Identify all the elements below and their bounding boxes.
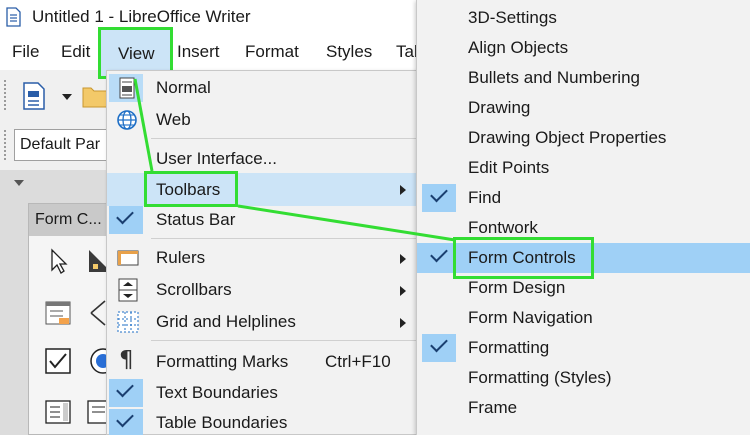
toolbar-item-label: Formatting [468, 338, 550, 357]
view-menu-item-label: Formatting Marks [156, 352, 289, 371]
submenu-arrow-icon [400, 318, 406, 328]
toolbar-item-label: Drawing [468, 98, 531, 117]
toolbar-item-3d-settings[interactable]: 3D-Settings [417, 3, 750, 33]
globe-icon [117, 110, 137, 130]
menu-view-label: View [118, 44, 155, 63]
view-menu-item-label: Normal [156, 78, 211, 97]
submenu-arrow-icon [400, 286, 406, 296]
view-menu-item-status-bar[interactable]: Status Bar [107, 205, 417, 235]
list-box-icon[interactable] [43, 397, 73, 427]
toolbar-item-label: Bullets and Numbering [468, 68, 640, 87]
menu-edit[interactable]: Edit [61, 42, 90, 62]
submenu-arrow-icon [400, 185, 406, 195]
view-menu-item-normal[interactable]: Normal [107, 73, 417, 103]
select-pointer-icon[interactable] [43, 246, 73, 276]
toolbar-item-label: Formatting (Styles) [468, 368, 612, 387]
view-menu-item-text-boundaries[interactable]: Text Boundaries [107, 378, 417, 408]
menu-format[interactable]: Format [245, 42, 299, 62]
normal-view-icon [119, 77, 135, 99]
menu-file[interactable]: File [12, 42, 39, 62]
toolbar-item-drawing-object-properties[interactable]: Drawing Object Properties [417, 123, 750, 153]
form-properties-icon[interactable] [43, 298, 73, 328]
view-menu-item-label: User Interface... [156, 149, 277, 168]
toolbars-submenu: 3D-Settings Align Objects Bullets and Nu… [416, 0, 750, 435]
view-menu-item-formatting-marks[interactable]: ¶ Formatting Marks Ctrl+F10 [107, 347, 417, 377]
toolbar-grip[interactable] [4, 80, 8, 110]
view-menu-dropdown: Normal Web User Interface... Toolbars St… [106, 70, 418, 435]
toolbar-item-label: Form Design [468, 278, 566, 297]
toolbar-item-align-objects[interactable]: Align Objects [417, 33, 750, 63]
form-controls-highlight-box [453, 237, 594, 279]
toolbar-item-formatting[interactable]: Formatting [417, 333, 750, 363]
view-menu-item-label: Grid and Helplines [156, 312, 296, 331]
menu-separator [151, 238, 417, 239]
toolbar-item-edit-points[interactable]: Edit Points [417, 153, 750, 183]
view-menu-item-label: Scrollbars [156, 280, 232, 299]
toolbar-item-find[interactable]: Find [417, 183, 750, 213]
scrollbars-icon [118, 278, 138, 302]
open-folder-icon[interactable] [82, 84, 108, 108]
view-menu-item-rulers[interactable]: Rulers [107, 243, 417, 273]
toolbar-item-formatting-styles[interactable]: Formatting (Styles) [417, 363, 750, 393]
view-menu-item-table-boundaries[interactable]: Table Boundaries [107, 408, 417, 435]
toolbar-item-label: Find [468, 188, 502, 207]
toolbar-item-label: Drawing Object Properties [468, 128, 667, 147]
menu-styles[interactable]: Styles [326, 42, 372, 62]
view-menu-item-scrollbars[interactable]: Scrollbars [107, 275, 417, 305]
menu-separator [151, 340, 417, 341]
toolbar-item-label: Edit Points [468, 158, 550, 177]
view-menu-item-label: Status Bar [156, 210, 236, 229]
submenu-arrow-icon [400, 254, 406, 264]
toolbar-item-bullets-numbering[interactable]: Bullets and Numbering [417, 63, 750, 93]
view-menu-item-label: Table Boundaries [156, 413, 288, 432]
view-menu-item-shortcut: Ctrl+F10 [325, 352, 391, 371]
pilcrow-icon: ¶ [119, 347, 134, 373]
new-dropdown-arrow-icon[interactable] [62, 94, 72, 100]
toolbars-highlight-box [144, 171, 238, 207]
view-menu-item-label: Rulers [156, 248, 206, 267]
toolbar-item-label: Align Objects [468, 38, 569, 57]
view-menu-item-grid-helplines[interactable]: Grid and Helplines [107, 307, 417, 337]
form-controls-panel: Form C... [28, 203, 119, 435]
toolbar-item-frame[interactable]: Frame [417, 393, 750, 423]
ruler-marker-icon [14, 180, 24, 186]
checkbox-control-icon[interactable] [43, 346, 73, 376]
toolbar-item-label: Form Navigation [468, 308, 593, 327]
view-menu-item-web[interactable]: Web [107, 105, 417, 135]
toolbar-item-label: 3D-Settings [468, 8, 557, 27]
menu-insert[interactable]: Insert [177, 42, 220, 62]
toolbar-item-form-navigation[interactable]: Form Navigation [417, 303, 750, 333]
window-title: Untitled 1 - LibreOffice Writer [32, 7, 251, 26]
toolbar-item-label: Frame [468, 398, 518, 417]
menu-separator [151, 138, 417, 139]
checkmark-icon [430, 244, 448, 263]
view-menu-item-user-interface[interactable]: User Interface... [107, 144, 417, 174]
view-menu-item-label: Web [156, 110, 191, 129]
view-menu-item-label: Text Boundaries [156, 383, 278, 402]
paragraph-style-value: Default Par [20, 136, 101, 153]
toolbar-item-label: Fontwork [468, 218, 538, 237]
grid-icon [117, 311, 139, 333]
toolbar-item-drawing[interactable]: Drawing [417, 93, 750, 123]
new-document-icon[interactable] [22, 81, 48, 111]
writer-document-icon [6, 7, 21, 27]
toolbar-grip[interactable] [4, 130, 8, 160]
form-panel-title: Form C... [35, 211, 102, 228]
ruler-icon [117, 250, 139, 266]
